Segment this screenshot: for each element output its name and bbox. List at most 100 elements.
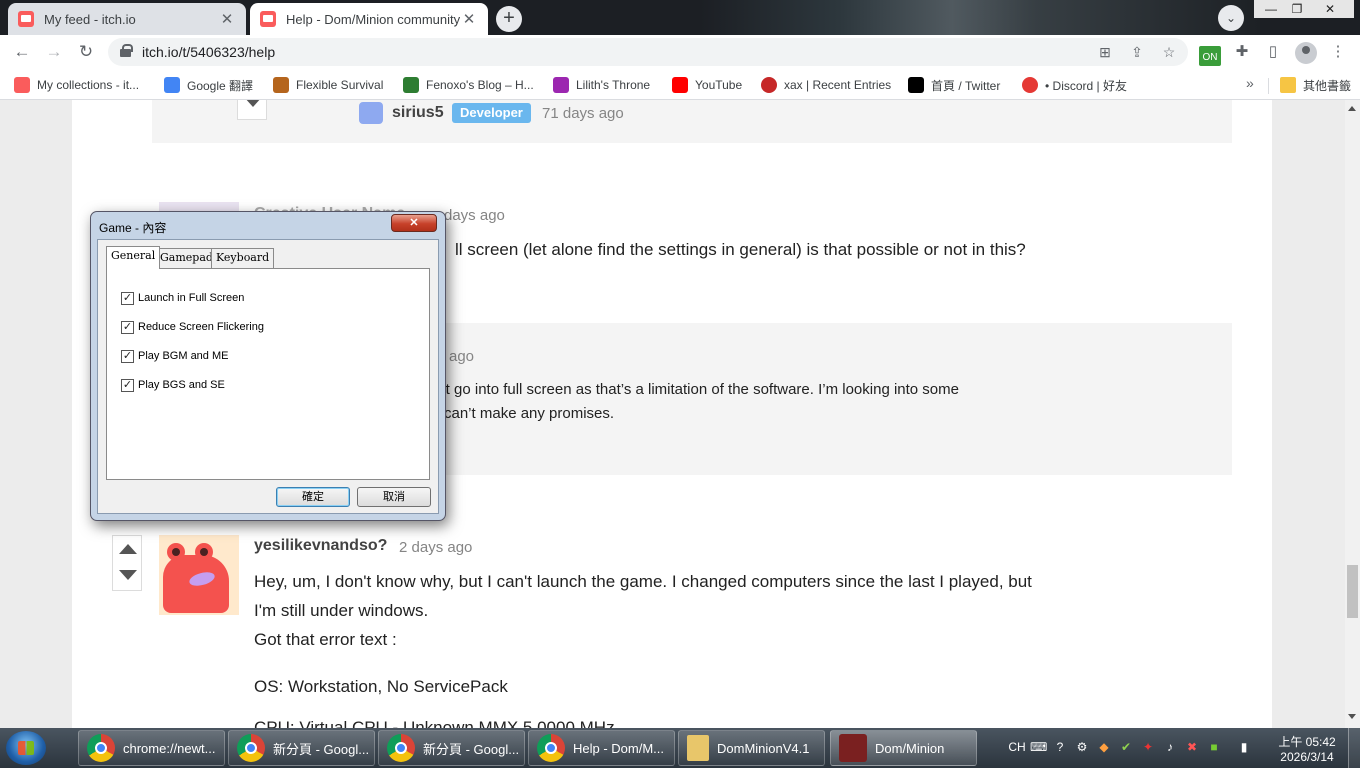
tab-search-chevron-icon[interactable]: ⌄ — [1218, 5, 1244, 31]
acrobat-icon[interactable]: ✦ — [1140, 739, 1156, 755]
tab-keyboard[interactable]: Keyboard — [211, 248, 275, 268]
forward-arrow-icon[interactable]: → — [42, 40, 66, 64]
checkbox-launch-full-screen[interactable]: ✓ Launch in Full Screen — [121, 291, 244, 305]
clock-time[interactable]: 上午 05:42 — [1272, 733, 1342, 750]
bookmarks-overflow-chevron-icon[interactable]: » — [1246, 75, 1254, 91]
scroll-up-arrow-icon[interactable] — [1348, 106, 1356, 111]
taskbar-item-chrome-3[interactable]: 新分頁 - Googl... — [378, 730, 525, 766]
language-indicator[interactable]: CH — [1006, 739, 1028, 755]
address-bar[interactable]: itch.io/t/5406323/help ⊞ ⇪ ☆ — [108, 38, 1188, 66]
itchio-favicon-icon — [18, 11, 34, 27]
xax-icon — [761, 77, 777, 93]
checkbox-check-icon[interactable]: ✓ — [121, 320, 134, 334]
tab-close-icon[interactable]: ✕ — [460, 10, 478, 28]
scroll-down-arrow-icon[interactable] — [1348, 714, 1356, 719]
reload-icon[interactable]: ↻ — [74, 40, 98, 64]
taskbar-item-game[interactable]: Dom/Minion — [830, 730, 977, 766]
bookmark-my-collections[interactable]: My collections - it... — [14, 75, 139, 95]
bookmark-xax[interactable]: xax | Recent Entries — [761, 75, 891, 95]
flexible-survival-icon — [273, 77, 289, 93]
comment-body: ll screen (let alone find the settings i… — [455, 240, 1026, 259]
window-close-button[interactable]: ✕ — [1306, 0, 1354, 18]
general-tab-panel: ✓ Launch in Full Screen ✓ Reduce Screen Fl… — [106, 268, 430, 480]
folder-icon — [1280, 77, 1296, 93]
network-x-icon[interactable]: ✖ — [1184, 739, 1200, 755]
checkbox-play-bgs-se[interactable]: ✓ Play BGS and SE — [121, 378, 225, 392]
tab-close-icon[interactable]: ✕ — [218, 10, 236, 28]
upvote-icon[interactable] — [119, 544, 137, 554]
checkbox-check-icon[interactable]: ✓ — [121, 378, 134, 392]
new-tab-button[interactable]: + — [496, 6, 522, 32]
downvote-icon[interactable] — [119, 570, 137, 580]
nvidia-icon[interactable]: ■ — [1206, 739, 1222, 755]
ok-button[interactable]: 確定 — [276, 487, 350, 507]
checkbox-check-icon[interactable]: ✓ — [121, 291, 134, 305]
translate-icon[interactable]: ⊞ — [1096, 43, 1114, 61]
volume-icon[interactable]: ♪ — [1162, 739, 1178, 755]
bookmark-flexible-survival[interactable]: Flexible Survival — [273, 75, 383, 95]
windows-taskbar: chrome://newt... 新分頁 - Googl... 新分頁 - Go… — [0, 728, 1360, 768]
checkbox-reduce-flickering[interactable]: ✓ Reduce Screen Flickering — [121, 320, 264, 334]
tab-general[interactable]: General — [106, 246, 161, 269]
timestamp[interactable]: ago — [449, 348, 474, 365]
checkbox-check-icon[interactable]: ✓ — [121, 349, 134, 363]
chrome-icon — [237, 734, 265, 762]
clock-date[interactable]: 2026/3/14 — [1272, 750, 1342, 764]
vote-box — [112, 535, 142, 591]
bookmark-discord[interactable]: • Discord | 好友 — [1022, 75, 1127, 95]
extension-on-icon[interactable]: ON — [1199, 46, 1221, 66]
checkbox-play-bgm-me[interactable]: ✓ Play BGM and ME — [121, 349, 228, 363]
avast-icon[interactable]: ◆ — [1096, 739, 1112, 755]
tab-help-dom-minion[interactable]: Help - Dom/Minion community ✕ — [250, 3, 488, 35]
settings-icon[interactable]: ⚙ — [1074, 739, 1090, 755]
timestamp[interactable]: 2 days ago — [399, 539, 472, 556]
frog-avatar[interactable] — [159, 535, 239, 615]
back-arrow-icon[interactable]: ← — [10, 40, 34, 64]
bookmark-other-folder[interactable]: 其他書籤 — [1280, 75, 1351, 95]
taskbar-item-chrome-help[interactable]: Help - Dom/M... — [528, 730, 675, 766]
share-icon[interactable]: ⇪ — [1128, 43, 1146, 61]
liliths-throne-icon — [553, 77, 569, 93]
profile-avatar-icon[interactable] — [1295, 42, 1317, 64]
signal-bars-icon[interactable]: ▮ — [1236, 739, 1252, 755]
bookmark-youtube[interactable]: YouTube — [672, 75, 742, 95]
bookmark-star-icon[interactable]: ☆ — [1160, 43, 1178, 61]
chrome-icon — [537, 734, 565, 762]
username[interactable]: sirius5 — [392, 104, 444, 122]
lock-icon[interactable] — [120, 44, 133, 57]
taskbar-item-chrome-newtab[interactable]: chrome://newt... — [78, 730, 225, 766]
timestamp[interactable]: days ago — [444, 207, 505, 224]
help-icon[interactable]: ? — [1052, 739, 1068, 755]
bookmark-google-translate[interactable]: Google 翻譯 — [164, 75, 253, 95]
tab-title: Help - Dom/Minion community — [286, 11, 460, 27]
side-panel-icon[interactable]: ▯ — [1263, 42, 1283, 62]
bookmark-fenoxo-blog[interactable]: Fenoxo's Blog – H... — [403, 75, 534, 95]
extensions-puzzle-icon[interactable]: ✚ — [1232, 42, 1252, 62]
show-desktop-button[interactable] — [1348, 728, 1360, 768]
username[interactable]: yesilikevnandso? — [254, 537, 387, 555]
comment-line: OS: Workstation, No ServicePack — [254, 677, 508, 696]
taskbar-item-folder[interactable]: DomMinionV4.1 — [678, 730, 825, 766]
url-text[interactable]: itch.io/t/5406323/help — [142, 44, 275, 60]
security-icon[interactable]: ✔ — [1118, 739, 1134, 755]
cancel-button[interactable]: 取消 — [357, 487, 431, 507]
menu-kebab-icon[interactable]: ⋮ — [1328, 42, 1348, 62]
browser-toolbar: ← → ↻ itch.io/t/5406323/help ⊞ ⇪ ☆ ON ✚ … — [0, 35, 1360, 69]
discord-icon — [1022, 77, 1038, 93]
bookmark-twitter[interactable]: 首頁 / Twitter — [908, 75, 1000, 95]
reply-line-1: n’t go into full screen as that’s a limi… — [434, 381, 959, 398]
downvote-icon[interactable] — [244, 100, 262, 107]
page-scrollbar[interactable] — [1345, 100, 1360, 728]
taskbar-item-chrome-2[interactable]: 新分頁 - Googl... — [228, 730, 375, 766]
tab-gamepad[interactable]: Gamepad — [155, 248, 218, 268]
dialog-close-button[interactable]: ✕ — [391, 214, 437, 232]
tab-strip-background — [700, 0, 1260, 35]
start-orb-icon[interactable] — [6, 731, 46, 765]
bookmark-liliths-throne[interactable]: Lilith's Throne — [553, 75, 650, 95]
avatar[interactable] — [359, 102, 383, 124]
timestamp[interactable]: 71 days ago — [542, 105, 624, 122]
scroll-thumb[interactable] — [1347, 565, 1358, 618]
keyboard-icon[interactable]: ⌨ — [1030, 739, 1047, 755]
tab-my-feed[interactable]: My feed - itch.io ✕ — [8, 3, 246, 35]
tab-title: My feed - itch.io — [44, 11, 136, 27]
